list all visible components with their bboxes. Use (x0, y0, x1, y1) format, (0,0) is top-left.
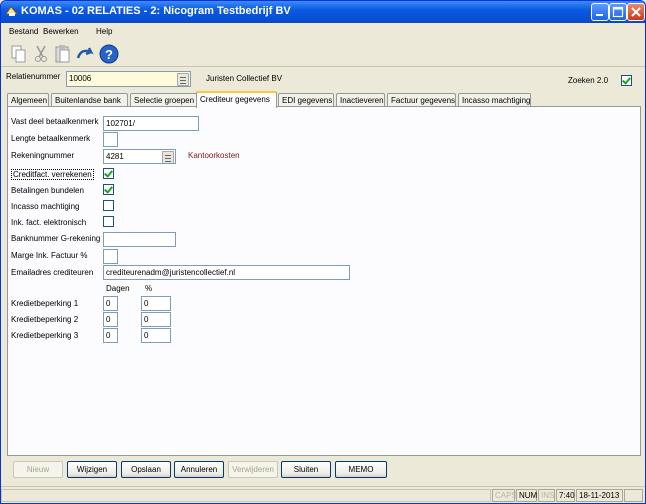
relatienummer-value: 10006 (69, 74, 92, 83)
crediteur-gegevens-panel: Vast deel betaalkenmerk 102701/ Lengte b… (7, 106, 641, 456)
status-bar: CAPS NUM INS 7:40 18-11-2013 (1, 486, 645, 503)
tab-factuur-gegevens[interactable]: Factuur gegevens (387, 93, 456, 107)
relatienummer-label: Relatienummer (6, 72, 61, 81)
vast-deel-label: Vast deel betaalkenmerk (11, 117, 99, 126)
status-num: NUM (516, 489, 537, 502)
nieuw-button[interactable]: Nieuw (13, 461, 63, 478)
zoeken-checkbox[interactable] (621, 75, 632, 86)
help-icon: ? (99, 44, 119, 64)
close-button[interactable] (627, 3, 645, 21)
status-caps: CAPS (492, 489, 517, 502)
kredietbeperking-2-label: Kredietbeperking 2 (11, 315, 79, 324)
rekeningnummer-input[interactable]: 4281 (103, 149, 176, 164)
status-time: 7:40 (556, 489, 575, 502)
tab-inactieveren[interactable]: Inactieveren (336, 93, 385, 107)
lengte-input[interactable] (103, 132, 118, 147)
kredietbeperking-3-label: Kredietbeperking 3 (11, 331, 79, 340)
opslaan-button[interactable]: Opslaan (121, 461, 171, 478)
status-message-area (1, 489, 491, 502)
cut-icon (35, 45, 47, 62)
creditfact-checkbox[interactable] (103, 168, 114, 179)
window-title: KOMAS - 02 RELATIES - 2: Nicogram Testbe… (21, 5, 291, 17)
menu-bewerken[interactable]: Bewerken (43, 27, 79, 36)
betalingen-checkbox[interactable] (103, 184, 114, 195)
kredietbeperking-2-percent-input[interactable]: 0 (141, 312, 171, 327)
tab-edi-gegevens[interactable]: EDI gegevens (278, 93, 334, 107)
undo-icon (76, 47, 94, 59)
kredietbeperking-1-percent-input[interactable]: 0 (141, 296, 171, 311)
relatienummer-input[interactable]: 10006 (66, 71, 191, 87)
zoeken-label: Zoeken 2.0 (568, 76, 609, 85)
tab-buitenlandse-bank[interactable]: Buitenlandse bank (51, 93, 128, 107)
status-ins: INS (538, 489, 555, 502)
marge-label: Marge Ink. Factuur % (11, 251, 88, 260)
memo-button[interactable]: MEMO (335, 461, 387, 478)
toolbar: ? (1, 41, 645, 67)
sluiten-button[interactable]: Sluiten (281, 461, 331, 478)
title-bar[interactable]: KOMAS - 02 RELATIES - 2: Nicogram Testbe… (1, 1, 645, 23)
tab-selectie-groepen[interactable]: Selectie groepen (130, 93, 198, 107)
banknummer-input[interactable] (103, 232, 176, 247)
minimize-button[interactable] (591, 3, 609, 21)
rekeningnummer-label: Rekeningnummer (11, 151, 75, 160)
help-button[interactable]: ? (99, 44, 119, 64)
close-icon (631, 7, 641, 17)
svg-text:?: ? (105, 47, 113, 62)
percent-header: % (145, 284, 153, 293)
tab-crediteur-gegevens[interactable]: Crediteur gegevens (196, 91, 277, 108)
marge-input[interactable] (103, 249, 118, 264)
incasso-checkbox[interactable] (103, 200, 114, 211)
lengte-label: Lengte betaalkenmerk (11, 134, 91, 143)
ink-fact-checkbox[interactable] (103, 216, 114, 227)
status-resize-grip[interactable] (624, 489, 643, 502)
creditfact-label: Creditfact. verrekenen (11, 169, 94, 180)
menu-help[interactable]: Help (96, 27, 112, 36)
copy-icon (11, 45, 26, 63)
relatie-naam: Juristen Collectief BV (206, 74, 283, 83)
maximize-icon (612, 6, 624, 18)
app-window: KOMAS - 02 RELATIES - 2: Nicogram Testbe… (0, 0, 646, 504)
cut-button[interactable] (31, 44, 51, 64)
kredietbeperking-3-dagen-input[interactable]: 0 (103, 328, 118, 343)
vast-deel-input[interactable]: 102701/ (103, 116, 199, 131)
paste-button[interactable] (53, 44, 73, 64)
copy-button[interactable] (9, 44, 29, 64)
kredietbeperking-3-percent-input[interactable]: 0 (141, 328, 171, 343)
relatienummer-lookup-button[interactable] (177, 73, 189, 86)
paste-icon (55, 45, 70, 63)
maximize-button[interactable] (609, 3, 627, 21)
tab-algemeen[interactable]: Algemeen (7, 93, 49, 107)
kredietbeperking-1-dagen-input[interactable]: 0 (103, 296, 118, 311)
kredietbeperking-2-dagen-input[interactable]: 0 (103, 312, 118, 327)
banknummer-label: Banknummer G-rekening (11, 234, 101, 243)
ink-fact-label: Ink. fact. elektronisch (11, 218, 87, 227)
verwijderen-button[interactable]: Verwijderen (228, 461, 278, 478)
relatie-header: Relatienummer 10006 Juristen Collectief … (1, 68, 645, 90)
undo-button[interactable] (75, 44, 95, 64)
email-label: Emailadres crediteuren (11, 268, 94, 277)
email-input[interactable]: crediteurenadm@juristencollectief.nl (103, 265, 350, 280)
menu-bar: Bestand Bewerken Help (1, 23, 645, 41)
kredietbeperking-1-label: Kredietbeperking 1 (11, 299, 79, 308)
menu-bestand[interactable]: Bestand (9, 27, 38, 36)
incasso-label: Incasso machtiging (11, 202, 80, 211)
annuleren-button[interactable]: Annuleren (174, 461, 224, 478)
rekening-omschrijving: Kantoorkosten (188, 151, 240, 160)
tab-incasso-machtiging[interactable]: Incasso machtiging (458, 93, 531, 107)
action-buttons: Nieuw Wijzigen Opslaan Annuleren Verwijd… (1, 461, 645, 483)
minimize-icon (596, 14, 603, 16)
dagen-header: Dagen (106, 284, 130, 293)
app-logo-icon (5, 6, 18, 16)
rekeningnummer-lookup-button[interactable] (162, 151, 174, 163)
wijzigen-button[interactable]: Wijzigen (67, 461, 117, 478)
betalingen-label: Betalingen bundelen (11, 186, 84, 195)
status-date: 18-11-2013 (576, 489, 623, 502)
